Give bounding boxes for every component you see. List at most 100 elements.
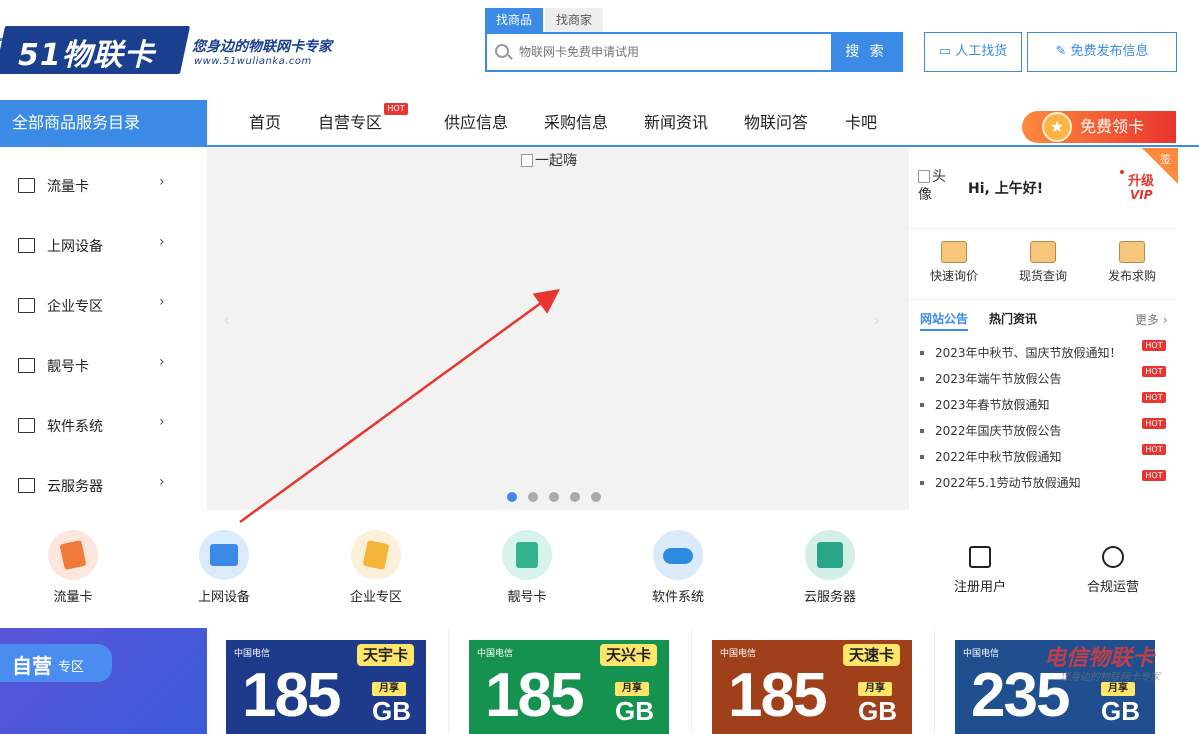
category-devices[interactable]: 上网设备 (174, 530, 274, 605)
quick-inquiry-link[interactable]: 快速询价 (910, 241, 998, 284)
divider (934, 628, 935, 734)
divider (448, 628, 449, 734)
account-label: 注册用户 (953, 580, 1006, 595)
notice-tabs: 网站公告 热门资讯 (920, 310, 1170, 331)
nav-item-news[interactable]: 新闻资讯 (644, 100, 708, 145)
carousel-dot[interactable] (549, 492, 559, 502)
manual-search-button[interactable]: ▭ 人工找货 (924, 32, 1022, 72)
notice-item[interactable]: 2022年中秋节放假通知 HOT (920, 444, 1177, 468)
stock-search-icon (1030, 241, 1056, 263)
product-card[interactable]: 中国电信 天宇卡 185 月享 GB (226, 640, 426, 734)
banner-carousel[interactable]: 一起嗨 ‹ › (207, 148, 909, 510)
logo-url: www.51wulianka.com (194, 56, 312, 67)
all-categories-button[interactable]: 全部商品服务目录 (0, 100, 207, 145)
notice-item[interactable]: 2023年中秋节、国庆节放假通知！ HOT (920, 340, 1177, 364)
self-operated-zone-banner[interactable]: 自营 专区 (0, 628, 207, 734)
nav-item-purchase[interactable]: 采购信息 (544, 100, 608, 145)
notice-title: 2022年5.1劳动节放假通知 (935, 476, 1081, 490)
category-enterprise[interactable]: 企业专区 (326, 530, 426, 605)
search-input[interactable] (519, 34, 829, 70)
carousel-dot[interactable] (570, 492, 580, 502)
device-icon (199, 530, 249, 580)
zone-subtitle: 专区 (58, 660, 85, 675)
carousel-prev-arrow[interactable]: ‹ (223, 310, 230, 331)
sidebar-item-premium-number[interactable]: 靓号卡 › (0, 334, 207, 394)
watermark-slogan: 您身边的物联网卡专家 (1060, 672, 1160, 683)
product-unit: GB (372, 696, 411, 726)
sidebar-item-devices[interactable]: 上网设备 › (0, 214, 207, 274)
user-panel: 签 头像 Hi, 上午好! 升级 VIP 快速询价 现货查询 发布求购 网站公告… (910, 148, 1178, 510)
sign-in-label[interactable]: 签 (1160, 151, 1171, 167)
product-card[interactable]: 中国电信 天速卡 185 月享 GB (712, 640, 912, 734)
carousel-next-arrow[interactable]: › (873, 310, 880, 331)
product-data-amount: 185 (242, 661, 341, 730)
hot-badge: HOT (1142, 418, 1166, 429)
hot-badge: HOT (1142, 444, 1166, 455)
tab-hot-news[interactable]: 热门资讯 (989, 310, 1037, 327)
tab-find-products[interactable]: 找商品 (485, 8, 543, 32)
product-tag: 月享 (372, 682, 406, 696)
monitor-icon: ▭ (938, 44, 956, 59)
carousel-dot[interactable] (591, 492, 601, 502)
greeting: Hi, 上午好! (968, 181, 1044, 197)
product-card[interactable]: 中国电信 天兴卡 185 月享 GB (469, 640, 669, 734)
category-label: 云服务器 (803, 590, 856, 605)
category-data-card[interactable]: 流量卡 (23, 530, 123, 605)
more-link[interactable]: 更多 › (1135, 311, 1168, 328)
notice-title: 2023年春节放假通知 (935, 398, 1050, 412)
tab-site-notice[interactable]: 网站公告 (920, 310, 969, 331)
avatar[interactable]: 头像 (918, 168, 954, 208)
nav-item-home[interactable]: 首页 (249, 100, 281, 145)
promo-section: 自营 专区 中国电信 天宇卡 185 月享 GB 中国电信 天兴卡 185 月享… (0, 628, 1199, 734)
bullet-icon (920, 455, 924, 459)
product-unit: GB (1101, 696, 1140, 726)
search-button[interactable]: 搜 索 (831, 34, 901, 70)
account-label: 合规运营 (1086, 580, 1139, 595)
search-box: 搜 索 (485, 32, 903, 72)
chevron-right-icon: › (159, 474, 165, 490)
publish-info-button[interactable]: ✎ 免费发布信息 (1027, 32, 1177, 72)
tab-find-merchants[interactable]: 找商家 (545, 8, 603, 32)
sidebar-item-enterprise[interactable]: 企业专区 › (0, 274, 207, 334)
bullet-icon (920, 403, 924, 407)
product-unit: GB (615, 696, 654, 726)
category-premium-number[interactable]: 靓号卡 (477, 530, 577, 605)
carousel-dot[interactable] (528, 492, 538, 502)
site-logo[interactable]: 51物联卡 您身边的物联网卡专家 www.51wulianka.com (0, 18, 360, 78)
chevron-right-icon: › (1159, 313, 1168, 327)
category-label: 软件系统 (651, 590, 704, 605)
sidebar-item-data-card[interactable]: 流量卡 › (0, 154, 207, 214)
sidebar-item-software[interactable]: 软件系统 › (0, 394, 207, 454)
broken-image-icon (918, 170, 930, 183)
product-name: 天速卡 (842, 644, 900, 666)
category-sidebar: 流量卡 › 上网设备 › 企业专区 › 靓号卡 › 软件系统 › 云服务器 › (0, 150, 207, 510)
sidebar-item-label: 上网设备 (47, 239, 103, 255)
notice-item[interactable]: 2023年端午节放假公告 HOT (920, 366, 1177, 390)
stock-query-link[interactable]: 现货查询 (999, 241, 1087, 284)
main-nav: 全部商品服务目录 首页 自营专区 供应信息 采购信息 新闻资讯 物联问答 卡吧 (0, 100, 1199, 147)
router-icon (18, 238, 35, 253)
register-user-link[interactable]: 注册用户 (930, 546, 1030, 595)
nav-item-qa[interactable]: 物联问答 (744, 100, 808, 145)
more-label: 更多 (1135, 313, 1160, 327)
upgrade-link[interactable]: 升级 (1128, 170, 1154, 189)
category-software[interactable]: 软件系统 (628, 530, 728, 605)
compliance-link[interactable]: 合规运营 (1063, 546, 1163, 595)
nav-item-card-bar[interactable]: 卡吧 (845, 100, 877, 145)
carousel-dot[interactable] (507, 492, 517, 502)
nav-item-supply[interactable]: 供应信息 (444, 100, 508, 145)
chevron-right-icon: › (159, 354, 165, 370)
notice-item[interactable]: 2022年国庆节放假公告 HOT (920, 418, 1177, 442)
category-label: 上网设备 (197, 590, 250, 605)
register-icon (969, 546, 991, 568)
account-box: 注册用户 合规运营 (917, 518, 1177, 614)
sidebar-item-cloud-server[interactable]: 云服务器 › (0, 454, 207, 514)
notice-item[interactable]: 2022年5.1劳动节放假通知 HOT (920, 470, 1177, 494)
nav-item-self-operated[interactable]: 自营专区 (318, 100, 382, 145)
notice-item[interactable]: 2023年春节放假通知 HOT (920, 392, 1177, 416)
divider (691, 628, 692, 734)
publish-request-link[interactable]: 发布求购 (1088, 241, 1176, 284)
category-cloud-server[interactable]: 云服务器 (780, 530, 880, 605)
banner-image[interactable]: 一起嗨 (521, 150, 577, 170)
product-data-amount: 185 (728, 661, 827, 730)
